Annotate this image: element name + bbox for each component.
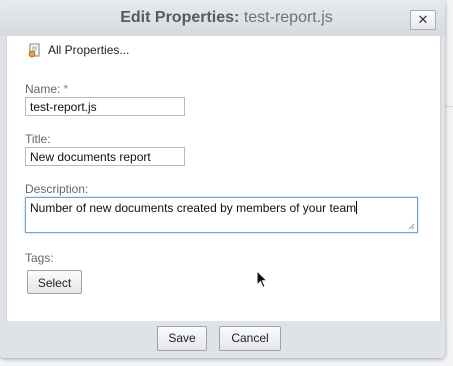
- description-label: Description:: [25, 182, 89, 196]
- dialog-body: All Properties... Name: * test-report.js …: [6, 36, 441, 322]
- all-properties-label: All Properties...: [48, 43, 130, 57]
- close-icon: ✕: [417, 12, 429, 27]
- description-textarea[interactable]: Number of new documents created by membe…: [25, 197, 418, 233]
- close-button[interactable]: ✕: [410, 10, 436, 30]
- select-tags-button[interactable]: Select: [27, 270, 82, 294]
- edit-properties-dialog: Edit Properties: test-report.js ✕ All Pr…: [0, 0, 445, 358]
- name-label: Name: *: [25, 82, 68, 96]
- mouse-pointer-icon: [256, 270, 269, 289]
- save-button[interactable]: Save: [157, 326, 207, 351]
- required-marker: *: [63, 82, 69, 96]
- resize-grip-icon[interactable]: [408, 223, 415, 230]
- title-label: Title:: [25, 132, 51, 146]
- cancel-button[interactable]: Cancel: [219, 326, 281, 351]
- name-field[interactable]: test-report.js: [25, 97, 185, 116]
- description-text: Number of new documents created by membe…: [30, 201, 357, 215]
- dialog-header[interactable]: Edit Properties: test-report.js ✕: [0, 0, 445, 36]
- tags-label: Tags:: [25, 251, 54, 265]
- document-properties-icon: [28, 43, 40, 58]
- all-properties-link[interactable]: All Properties...: [27, 42, 129, 58]
- title-field[interactable]: New documents report: [25, 147, 185, 166]
- dialog-title-prefix: Edit Properties:: [120, 9, 240, 26]
- name-label-text: Name:: [25, 82, 61, 96]
- dialog-footer: Save Cancel: [0, 321, 445, 358]
- dialog-title: Edit Properties: test-report.js: [0, 9, 453, 27]
- text-caret: [356, 201, 358, 214]
- dialog-title-filename: test-report.js: [243, 9, 333, 26]
